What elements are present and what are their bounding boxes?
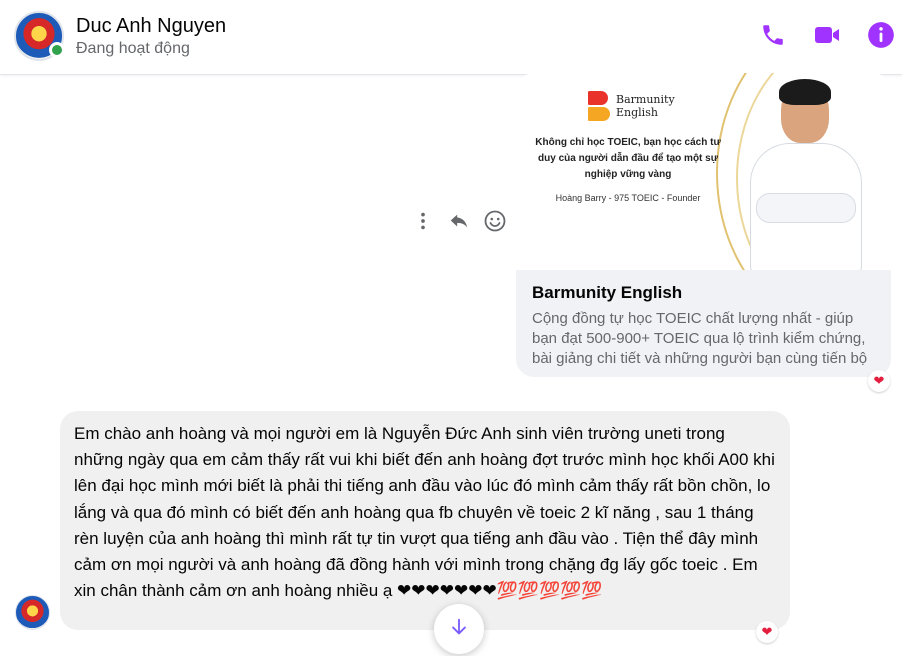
arrow-down-icon bbox=[448, 616, 470, 643]
banner-signature: Hoàng Barry - 975 TOEIC - Founder bbox=[555, 193, 701, 203]
reply-icon[interactable] bbox=[447, 210, 471, 237]
founder-photo bbox=[746, 79, 866, 270]
link-preview-title[interactable]: Barmunity English bbox=[532, 283, 682, 303]
brand-logo bbox=[588, 91, 610, 123]
link-preview-description: Cộng đồng tự học TOEIC chất lượng nhất -… bbox=[532, 310, 868, 367]
link-preview-card[interactable]: Barmunity English Không chỉ học TOEIC, b… bbox=[516, 73, 891, 377]
brand-name: Barmunity English bbox=[616, 93, 675, 119]
message-bubble[interactable]: Em chào anh hoàng và mọi người em là Ngu… bbox=[60, 411, 790, 630]
phone-icon[interactable] bbox=[758, 20, 788, 50]
heart-reaction-icon[interactable]: ❤ bbox=[868, 370, 890, 392]
info-icon[interactable] bbox=[866, 20, 896, 50]
chat-header: Duc Anh Nguyen Đang hoạt động bbox=[0, 0, 902, 75]
scroll-to-bottom-button[interactable] bbox=[434, 604, 484, 654]
heart-reaction-icon[interactable]: ❤ bbox=[756, 621, 778, 643]
sender-avatar[interactable] bbox=[15, 595, 50, 630]
banner-headline: Không chỉ học TOEIC, bạn học cách tư duy… bbox=[535, 137, 721, 180]
contact-name[interactable]: Duc Anh Nguyen bbox=[76, 15, 226, 38]
message-actions bbox=[412, 210, 507, 236]
more-icon[interactable] bbox=[412, 210, 434, 237]
online-status-dot bbox=[49, 42, 65, 58]
emoji-icon[interactable] bbox=[483, 209, 507, 238]
contact-status: Đang hoạt động bbox=[76, 40, 190, 57]
video-call-icon[interactable] bbox=[812, 20, 842, 50]
link-preview-banner: Barmunity English Không chỉ học TOEIC, b… bbox=[516, 73, 891, 270]
